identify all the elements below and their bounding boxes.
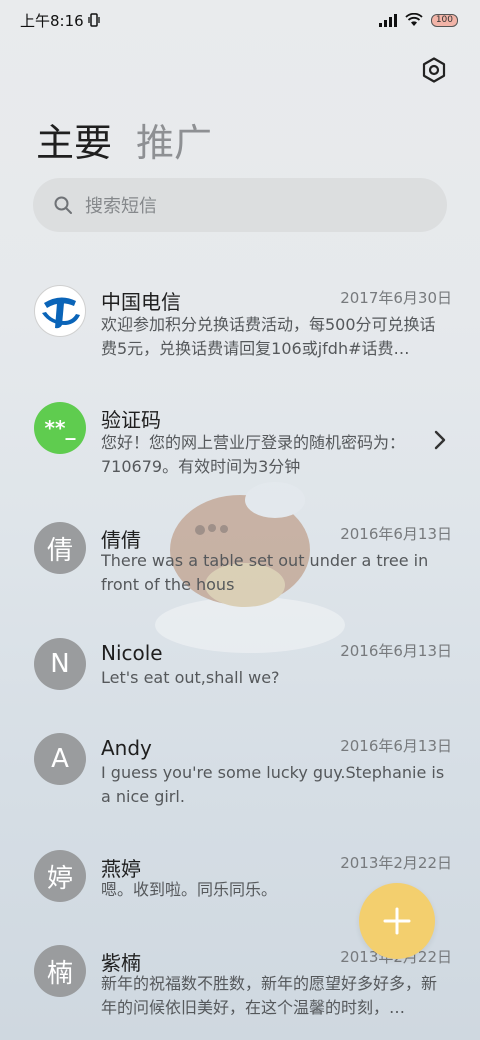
- vibrate-icon: [88, 13, 100, 27]
- battery-indicator: 100: [430, 13, 458, 27]
- message-preview: I guess you're some lucky guy.Stephanie …: [101, 763, 445, 806]
- conversation-item[interactable]: **_ 验证码 您好！您的网上营业厅登录的随机密码为：710679。有效时间为3…: [0, 388, 480, 498]
- search-placeholder: 搜索短信: [85, 196, 157, 217]
- avatar: **_: [34, 402, 86, 454]
- message-preview: 欢迎参加积分兑换话费活动，每500分可兑换话费5元，兑换话费请回复106或jfd…: [101, 315, 436, 358]
- tab-promotions[interactable]: 推广: [136, 112, 212, 167]
- add-icon: [383, 907, 411, 935]
- conversation-item[interactable]: 中国电信 2017年6月30日 欢迎参加积分兑换话费活动，每500分可兑换话费5…: [0, 268, 480, 378]
- message-tabs: 主要 推广: [36, 112, 212, 167]
- avatar: 楠: [34, 945, 86, 997]
- status-right: 100: [378, 13, 458, 27]
- search-icon: [54, 196, 72, 214]
- contact-name: 中国电信: [101, 290, 181, 314]
- message-preview: Let's eat out,shall we?: [101, 668, 280, 687]
- settings-button[interactable]: [418, 54, 450, 86]
- message-preview: 新年的祝福数不胜数，新年的愿望好多好多，新年的问候依旧美好，在这个温馨的时刻，…: [101, 974, 438, 1017]
- avatar: 婷: [34, 850, 86, 902]
- message-preview: There was a table set out under a tree i…: [101, 551, 429, 594]
- message-date: 2016年6月13日: [340, 525, 452, 543]
- contact-name: Nicole: [101, 641, 163, 665]
- message-date: 2013年2月22日: [340, 854, 452, 872]
- conversation-item[interactable]: N Nicole 2016年6月13日 Let's eat out,shall …: [0, 628, 480, 718]
- avatar: A: [34, 733, 86, 785]
- contact-name: 验证码: [101, 408, 161, 432]
- avatar: [34, 285, 86, 337]
- signal-icon: [378, 13, 397, 27]
- status-bar: 上午8:16 100: [0, 0, 480, 40]
- settings-icon: [422, 57, 446, 83]
- china-telecom-logo-icon: [38, 289, 82, 333]
- status-time: 上午8:16: [20, 11, 84, 30]
- status-left: 上午8:16: [20, 10, 100, 31]
- conversation-item[interactable]: A Andy 2016年6月13日 I guess you're some lu…: [0, 724, 480, 834]
- message-date: 2017年6月30日: [340, 289, 452, 307]
- avatar: 倩: [34, 522, 86, 574]
- avatar: N: [34, 638, 86, 690]
- chevron-right-icon[interactable]: [434, 430, 446, 450]
- contact-name: Andy: [101, 736, 152, 760]
- new-message-button[interactable]: [359, 883, 435, 959]
- message-date: 2016年6月13日: [340, 642, 452, 660]
- message-preview: 您好！您的网上营业厅登录的随机密码为：710679。有效时间为3分钟: [101, 433, 406, 476]
- tab-primary[interactable]: 主要: [36, 112, 112, 167]
- wifi-icon: [405, 13, 423, 26]
- search-input[interactable]: 搜索短信: [33, 178, 447, 232]
- message-date: 2016年6月13日: [340, 737, 452, 755]
- conversation-item[interactable]: 倩 倩倩 2016年6月13日 There was a table set ou…: [0, 508, 480, 618]
